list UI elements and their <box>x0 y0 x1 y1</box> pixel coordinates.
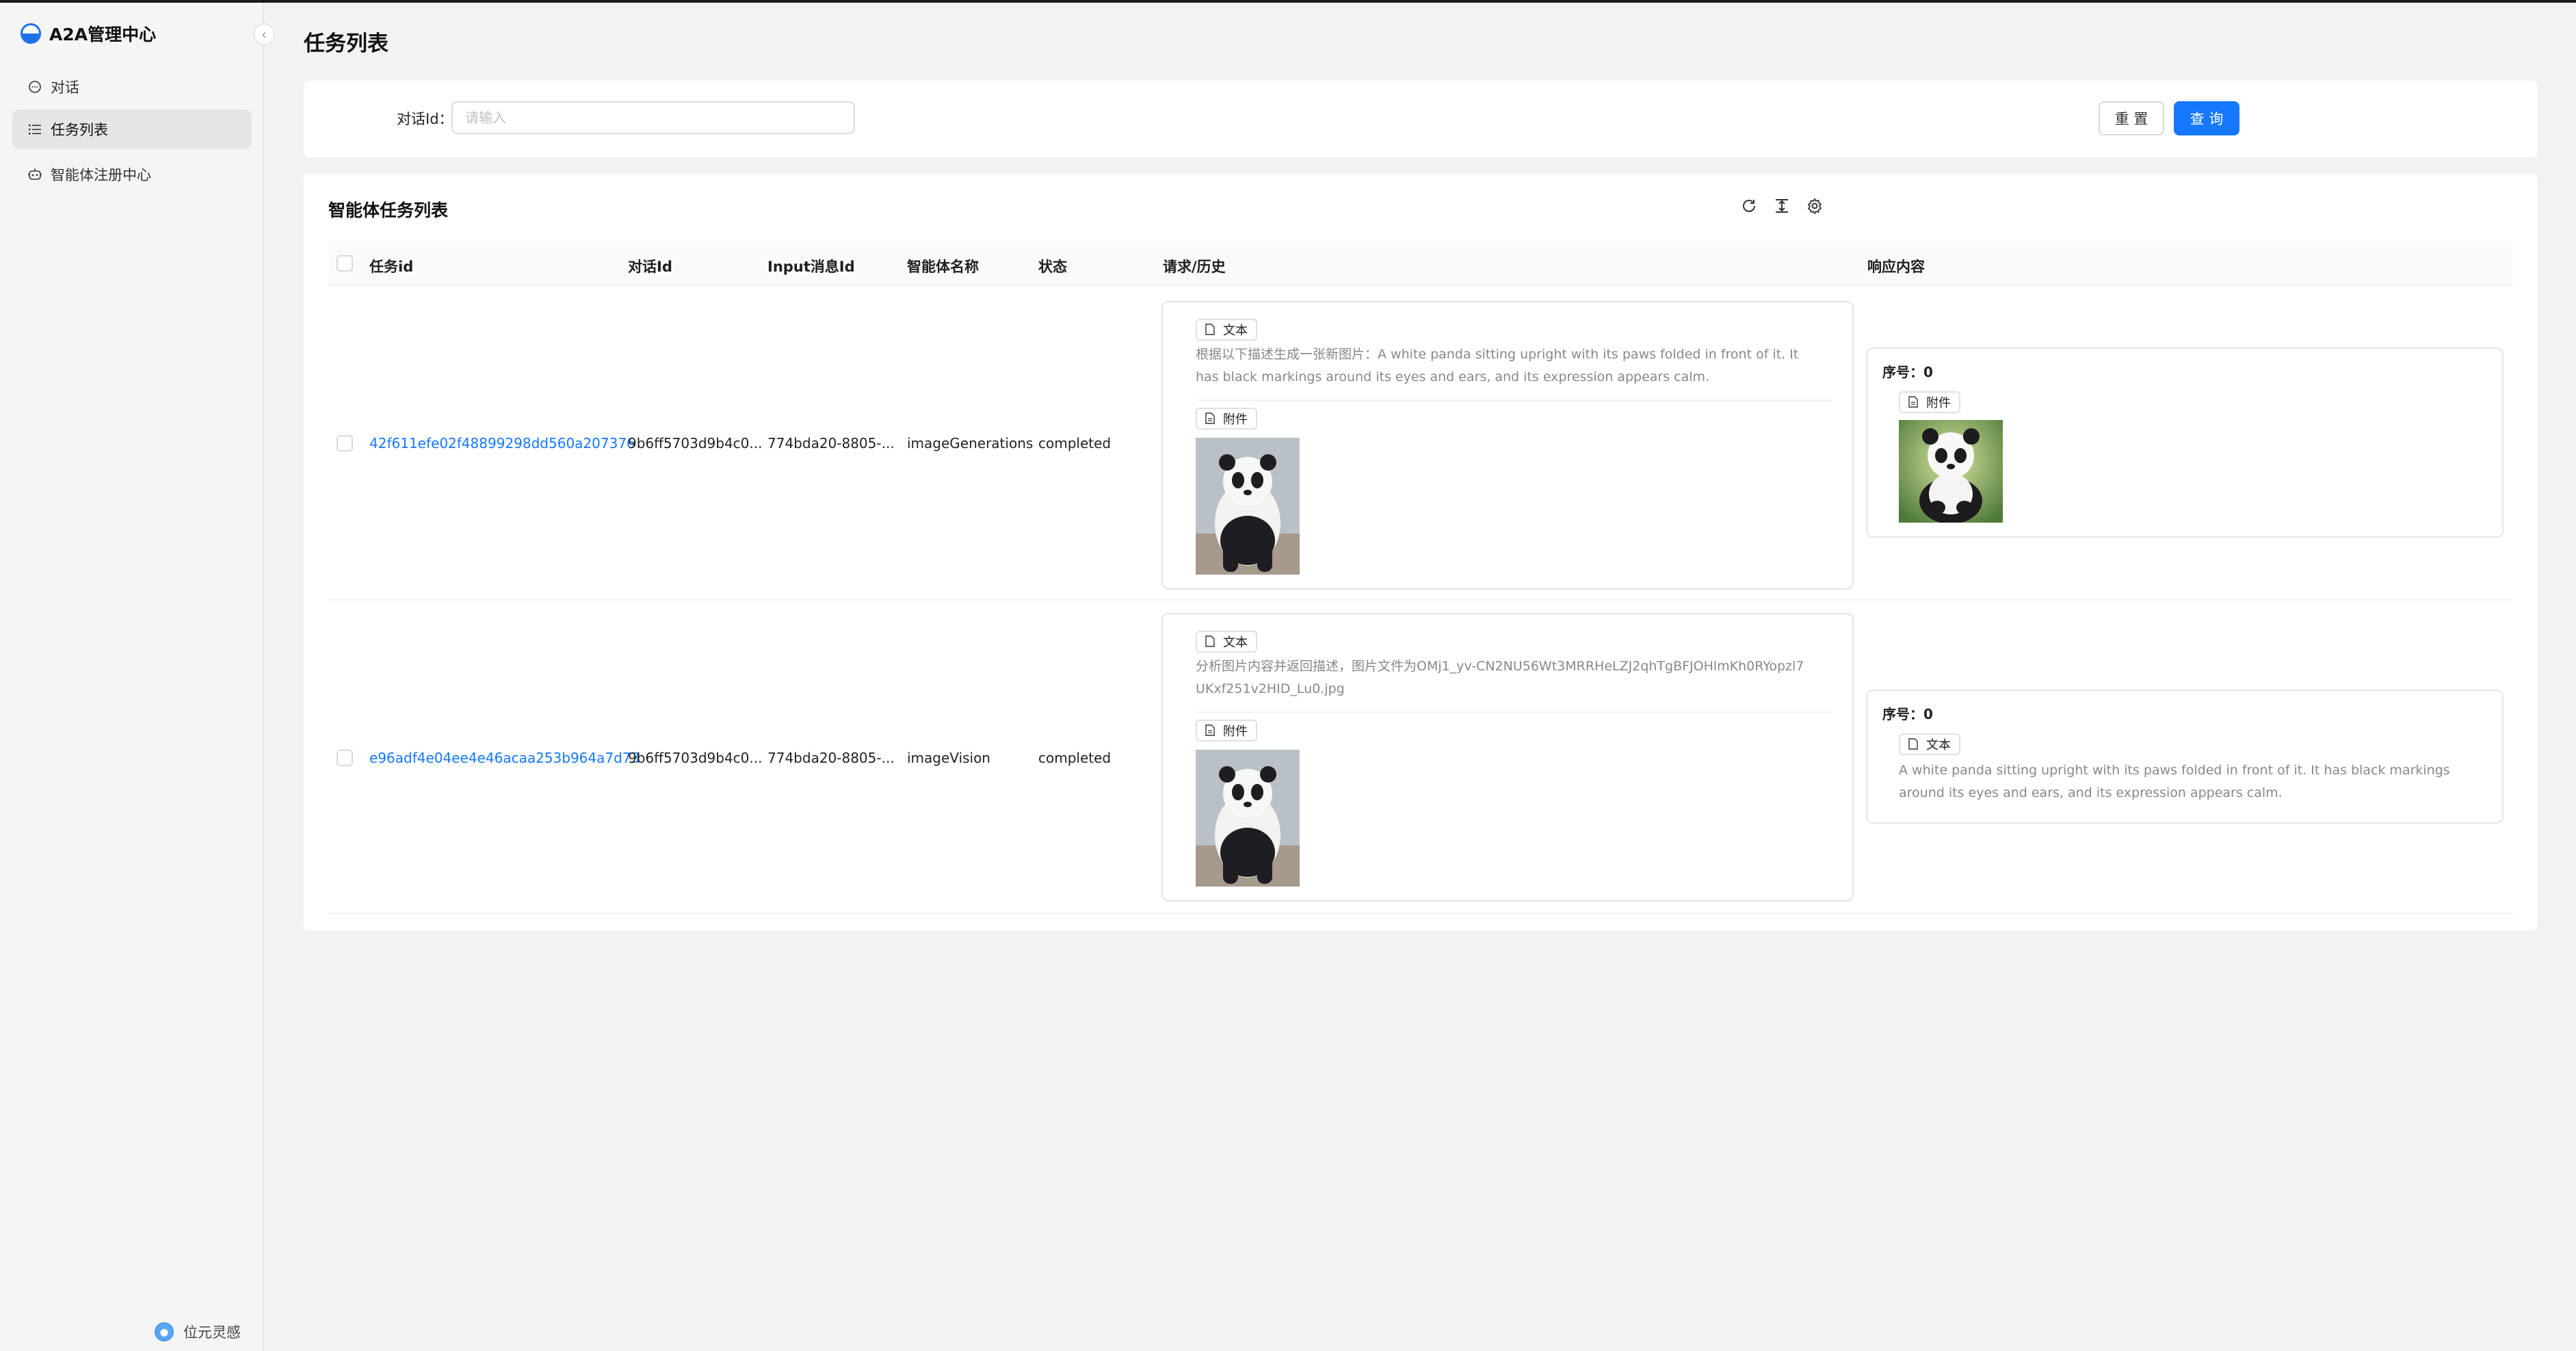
column-header-task-id[interactable]: 任务id <box>369 256 413 276</box>
window-top-border <box>0 0 2576 3</box>
row-checkbox[interactable] <box>337 435 353 451</box>
conversation-id-input[interactable] <box>451 101 855 134</box>
reload-icon[interactable] <box>1739 196 1759 216</box>
column-header-request-history[interactable]: 请求/历史 <box>1163 256 1226 276</box>
select-all-checkbox[interactable] <box>337 255 353 272</box>
request-history-panel: 文本 分析图片内容并返回描述，图片文件为OMj1_yv-CN2NU56Wt3MR… <box>1161 613 1854 902</box>
sequence-label: 序号：0 <box>1882 706 1933 722</box>
file-text-icon <box>1205 412 1216 425</box>
page-title: 任务列表 <box>304 31 389 56</box>
file-icon <box>1908 738 1919 750</box>
sequence-label: 序号：0 <box>1882 364 1933 380</box>
request-text: 分析图片内容并返回描述，图片文件为OMj1_yv-CN2NU56Wt3MRRHe… <box>1196 659 1804 696</box>
sidebar-item-label: 智能体注册中心 <box>51 167 151 183</box>
divider <box>1196 399 1832 401</box>
table-title: 智能体任务列表 <box>328 200 449 220</box>
sidebar-item-chat[interactable]: 对话 <box>12 67 252 107</box>
sidebar-item-label: 对话 <box>51 79 79 96</box>
chat-bubble-icon <box>27 79 42 94</box>
conversation-id-cell: 9b6ff5703d9b4c0... <box>628 750 763 766</box>
column-header-conversation-id[interactable]: 对话Id <box>628 256 672 276</box>
file-text-icon <box>1908 396 1919 408</box>
response-image-thumbnail[interactable] <box>1899 420 2003 523</box>
file-icon <box>1205 635 1216 648</box>
sidebar: A2A管理中心 ‹ 对话 任务列表 智能体注册中心 位元灵感 <box>0 3 275 1351</box>
attachment-image-thumbnail[interactable] <box>1196 438 1300 575</box>
column-header-input-message-id[interactable]: Input消息Id <box>767 256 855 276</box>
collapse-sidebar-button[interactable]: ‹ <box>253 23 275 45</box>
attachment-image-thumbnail[interactable] <box>1196 750 1300 887</box>
app-title: A2A管理中心 <box>49 25 157 44</box>
attachment-part-tag: 附件 <box>1899 391 1960 413</box>
footer-brand[interactable]: 位元灵感 <box>155 1322 241 1342</box>
company-logo-icon <box>155 1322 174 1341</box>
table-row: 42f611efe02f48899298dd560a207376 9b6ff57… <box>328 286 2513 601</box>
table-header: 任务id 对话Id Input消息Id 智能体名称 状态 请求/历史 响应内容 <box>328 241 2513 286</box>
sidebar-item-label: 任务列表 <box>51 122 108 138</box>
agent-name-cell: imageVision <box>907 750 990 766</box>
request-history-panel: 文本 根据以下描述生成一张新图片：A white panda sitting u… <box>1161 301 1854 590</box>
tag-label: 文本 <box>1223 635 1248 650</box>
task-table-card: 智能体任务列表 任务id 对话Id Input消息Id 智能体名称 状态 请求/… <box>304 174 2538 930</box>
row-checkbox[interactable] <box>337 750 353 766</box>
file-icon <box>1205 324 1216 336</box>
task-id-link[interactable]: 42f611efe02f48899298dd560a207376 <box>369 435 635 451</box>
query-button[interactable]: 查 询 <box>2174 101 2239 135</box>
conversation-id-label: 对话Id： <box>397 111 454 127</box>
column-header-response[interactable]: 响应内容 <box>1867 256 1925 276</box>
tag-label: 附件 <box>1223 412 1248 427</box>
list-icon <box>27 122 42 137</box>
divider <box>1196 711 1832 713</box>
chevron-left-icon: ‹ <box>261 26 267 42</box>
tag-label: 附件 <box>1926 396 1951 410</box>
filter-panel: 对话Id： 重 置 查 询 <box>304 81 2538 157</box>
column-header-agent-name[interactable]: 智能体名称 <box>907 256 979 276</box>
attachment-part-tag: 附件 <box>1196 720 1257 742</box>
robot-icon <box>27 167 42 182</box>
input-message-id-cell: 774bda20-8805-... <box>767 435 895 451</box>
status-cell: completed <box>1038 435 1112 451</box>
reset-button[interactable]: 重 置 <box>2099 101 2164 135</box>
conversation-id-cell: 9b6ff5703d9b4c0... <box>628 435 763 451</box>
task-id-link[interactable]: e96adf4e04ee4e46acaa253b964a7d73 <box>369 750 640 766</box>
sidebar-item-tasks[interactable]: 任务列表 <box>12 109 252 149</box>
text-part-tag: 文本 <box>1196 319 1257 341</box>
sidebar-item-agent-registry[interactable]: 智能体注册中心 <box>12 155 252 194</box>
tag-label: 附件 <box>1223 724 1248 739</box>
file-text-icon <box>1205 724 1216 737</box>
brand-logo-icon <box>21 23 41 44</box>
brand[interactable]: A2A管理中心 <box>21 22 156 45</box>
column-header-status[interactable]: 状态 <box>1038 256 1067 276</box>
text-part-tag: 文本 <box>1899 733 1960 755</box>
column-height-icon[interactable] <box>1772 196 1792 216</box>
response-panel: 序号：0 附件 <box>1866 347 2503 538</box>
agent-name-cell: imageGenerations <box>907 435 1034 451</box>
response-panel: 序号：0 文本 A white panda sitting upright wi… <box>1866 690 2503 824</box>
attachment-part-tag: 附件 <box>1196 408 1257 430</box>
settings-icon[interactable] <box>1804 196 1825 216</box>
tag-label: 文本 <box>1223 324 1248 338</box>
table-row: e96adf4e04ee4e46acaa253b964a7d73 9b6ff57… <box>328 601 2513 914</box>
status-cell: completed <box>1038 750 1112 766</box>
input-message-id-cell: 774bda20-8805-... <box>767 750 895 766</box>
text-part-tag: 文本 <box>1196 631 1257 653</box>
footer-label: 位元灵感 <box>183 1324 241 1341</box>
request-text: 根据以下描述生成一张新图片：A white panda sitting upri… <box>1196 347 1799 384</box>
tag-label: 文本 <box>1926 738 1951 752</box>
response-text: A white panda sitting upright with its p… <box>1899 763 2450 800</box>
